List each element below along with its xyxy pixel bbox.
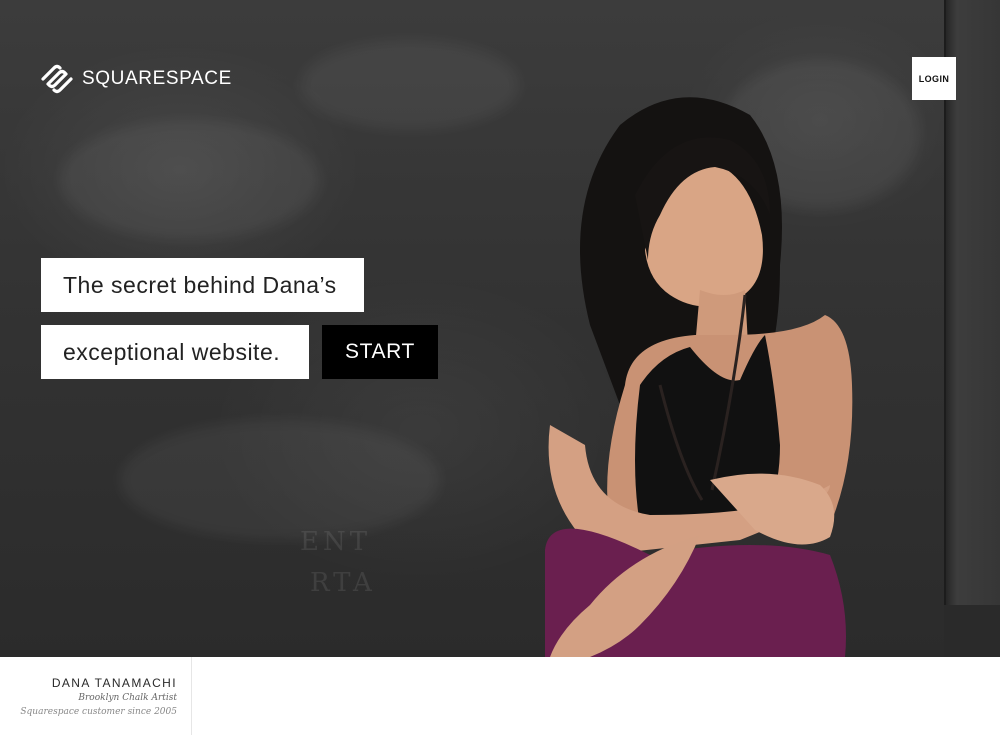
customer-caption: DANA TANAMACHI Brooklyn Chalk Artist Squ… — [0, 657, 1000, 735]
brand[interactable]: SQUARESPACE — [40, 64, 232, 94]
start-button[interactable]: START — [322, 325, 438, 379]
chalk-writing: ENT — [300, 527, 372, 557]
headline-line-2: exceptional website. — [41, 325, 309, 379]
squarespace-logo-icon — [41, 64, 73, 94]
brand-name: SQUARESPACE — [82, 68, 232, 89]
customer-role: Brooklyn Chalk Artist — [78, 693, 177, 703]
person-photo — [545, 97, 853, 657]
chalk-smudge — [120, 420, 440, 540]
headline-line-1: The secret behind Dana’s — [41, 258, 364, 312]
chalkboard-ledge — [944, 605, 1000, 657]
caption-block: DANA TANAMACHI Brooklyn Chalk Artist Squ… — [0, 657, 192, 735]
customer-since: Squarespace customer since 2005 — [20, 707, 177, 717]
chalk-smudge — [60, 120, 320, 240]
customer-name: DANA TANAMACHI — [51, 676, 177, 690]
chalk-writing: RTA — [310, 568, 376, 598]
chalk-smudge — [300, 40, 520, 130]
login-button[interactable]: LOGIN — [912, 57, 956, 100]
